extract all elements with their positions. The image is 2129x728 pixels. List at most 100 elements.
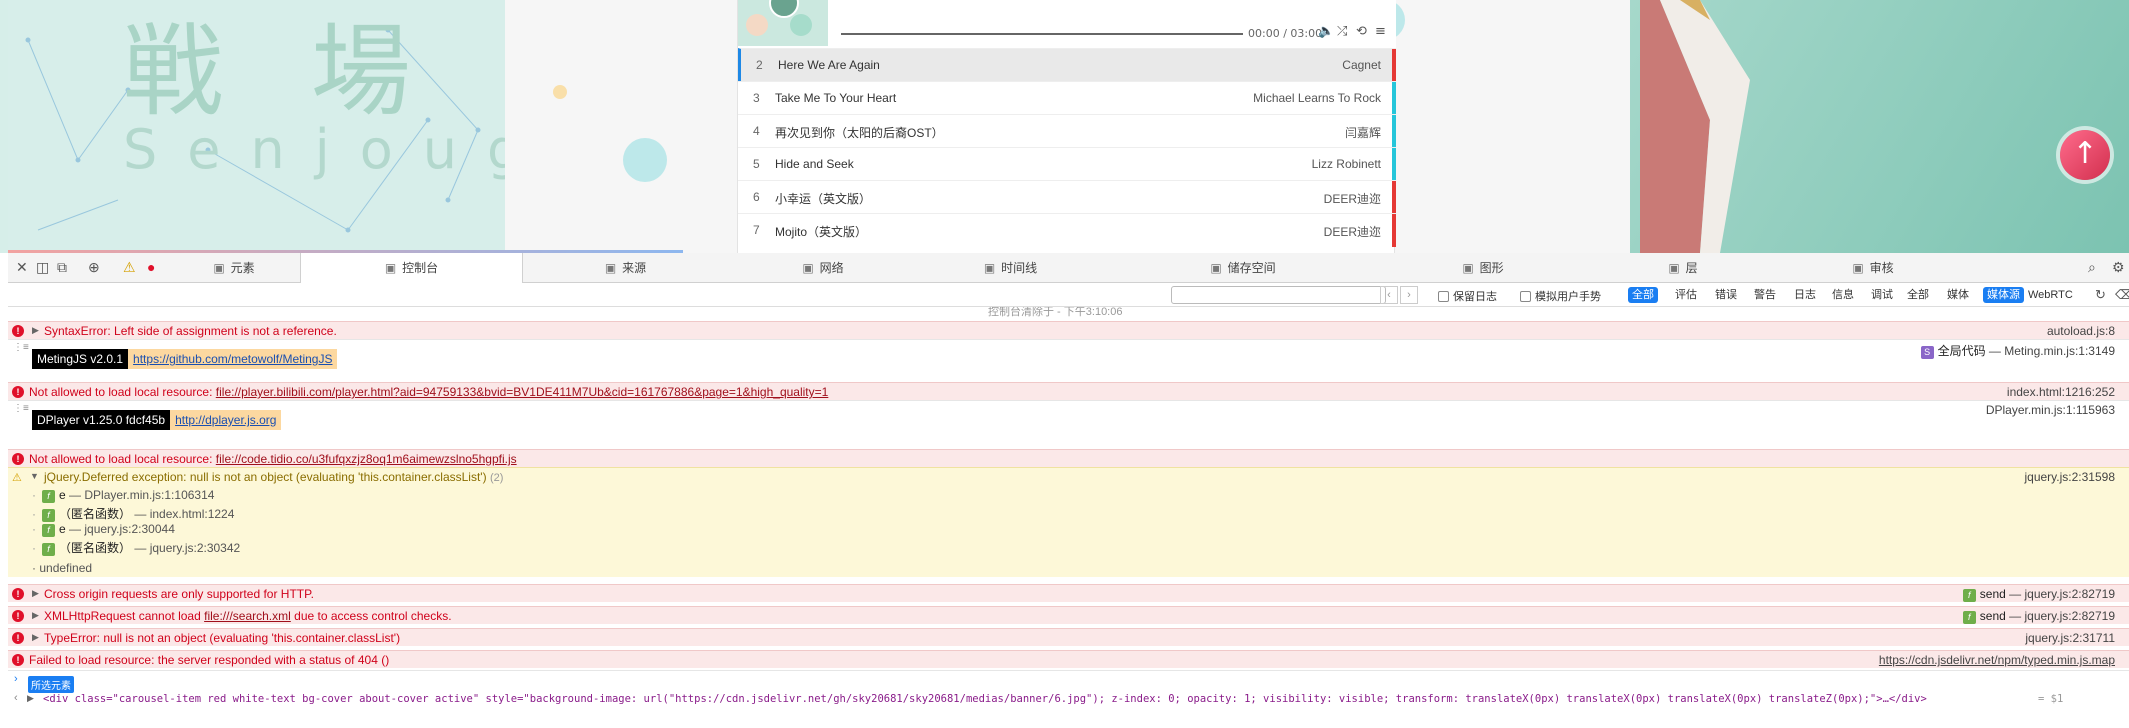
console-error-message[interactable]: ! Failed to load resource: the server re… <box>8 650 2129 668</box>
level-filter[interactable]: 评估 <box>1671 287 1701 303</box>
element-picker-icon[interactable]: ⊕ <box>88 259 100 276</box>
previous-match-button[interactable]: ‹ <box>1380 286 1398 304</box>
frame-location-text[interactable]: jquery.js:2:30044 <box>84 522 175 536</box>
tab-label: 储存空间 <box>1227 261 1276 275</box>
disclosure-triangle-icon[interactable]: ▶ <box>32 588 39 599</box>
resource-link[interactable]: file:///search.xml <box>204 609 291 623</box>
dplayer-link[interactable]: http://dplayer.js.org <box>170 410 282 430</box>
playlist-item[interactable]: 6 小幸运（英文版） DEER迪迩 <box>738 180 1396 214</box>
console-error-message[interactable]: ! Not allowed to load local resource: fi… <box>8 382 2129 400</box>
search-icon[interactable]: ⌕ <box>2088 259 2096 276</box>
tab-elements[interactable]: ▣ 元素 <box>168 253 300 283</box>
console-error-message[interactable]: ! ▶ Cross origin requests are only suppo… <box>8 584 2129 602</box>
log-icon: ⋮≡ <box>13 403 29 414</box>
frame-location-text[interactable]: jquery.js:2:30342 <box>150 541 241 555</box>
tab-audit[interactable]: ▣ 审核 <box>1783 253 1963 283</box>
source-link[interactable]: Meting.min.js:1:3149 <box>2004 344 2115 358</box>
checkbox-box[interactable] <box>1520 291 1531 302</box>
error-icon[interactable]: ● <box>147 259 155 275</box>
next-match-button[interactable]: › <box>1400 286 1418 304</box>
source-filter[interactable]: WebRTC <box>2024 287 2077 303</box>
command-result-node[interactable]: <div class="carousel-item red white-text… <box>43 693 1927 705</box>
source-link[interactable]: https://cdn.jsdelivr.net/npm/typed.min.j… <box>1879 653 2115 667</box>
disclosure-triangle-icon[interactable]: ▶ <box>32 325 39 336</box>
console-warning-message[interactable]: ⚠ ▼ jQuery.Deferred exception: null is n… <box>8 467 2129 577</box>
console-icon: ▣ <box>384 261 397 275</box>
dock-side-icon[interactable]: ◫ <box>36 259 49 276</box>
playlist-menu-icon[interactable]: ≡ <box>1375 24 1386 39</box>
playlist-item[interactable]: 3 Take Me To Your Heart Michael Learns To … <box>738 81 1396 115</box>
console-log-message[interactable]: ⋮≡ MetingJS v2.0.1 https://github.com/met… <box>8 339 2129 369</box>
tab-console[interactable]: ▣ 控制台 <box>300 253 523 283</box>
tab-layers[interactable]: ▣ 层 <box>1583 253 1783 283</box>
disclosure-triangle-icon[interactable]: ▼ <box>30 471 39 481</box>
loop-icon[interactable]: ⟲ <box>1356 24 1367 39</box>
source-link[interactable]: jquery.js:2:31598 <box>2024 470 2115 484</box>
console-error-message[interactable]: ! ▶ SyntaxError: Left side of assignment… <box>8 321 2129 339</box>
level-filter[interactable]: 警告 <box>1750 287 1780 303</box>
source-link[interactable]: jquery.js:2:82719 <box>2024 587 2115 601</box>
volume-icon[interactable]: 🔈 <box>1318 24 1334 39</box>
disclosure-triangle-icon[interactable]: ▶ <box>32 610 39 621</box>
playlist-item[interactable]: 4 再次见到你（太阳的后裔OST） 闫嘉辉 <box>738 114 1396 148</box>
checkbox-box[interactable] <box>1438 291 1449 302</box>
frame-location[interactable]: — jquery.js:2:30342 <box>131 541 240 555</box>
emulate-gesture-checkbox[interactable]: 模拟用户手势 <box>1520 288 1601 304</box>
undock-icon[interactable]: ⧉ <box>57 259 67 276</box>
source-link[interactable]: index.html:1216:252 <box>2007 385 2115 399</box>
level-filter[interactable]: 全部 <box>1628 287 1658 303</box>
source-filter[interactable]: 媒体 <box>1943 287 1973 303</box>
shuffle-icon[interactable]: ⤮ <box>1337 24 1347 39</box>
frame-location[interactable]: — jquery.js:2:30044 <box>66 522 175 536</box>
preserve-log-checkbox[interactable]: 保留日志 <box>1438 288 1497 304</box>
playlist-item[interactable]: 2 Here We Are Again Cagnet <box>738 48 1396 82</box>
metingjs-link[interactable]: https://github.com/metowolf/MetingJS <box>128 349 338 369</box>
level-filter[interactable]: 错误 <box>1711 287 1741 303</box>
gear-icon[interactable]: ⚙ <box>2112 259 2125 276</box>
message-prefix: XMLHttpRequest cannot load <box>44 609 205 623</box>
source-filter[interactable]: 媒体源 <box>1983 287 2024 303</box>
level-filter[interactable]: 日志 <box>1790 287 1820 303</box>
album-cover[interactable] <box>738 0 828 46</box>
audio-progress-bar[interactable] <box>841 33 1243 35</box>
resource-link[interactable]: file://player.bilibili.com/player.html?a… <box>216 385 829 399</box>
clear-console-icon[interactable]: ⌫ <box>2115 287 2129 303</box>
tab-sources[interactable]: ▣ 来源 <box>523 253 728 283</box>
back-to-top-button[interactable]: ↑ <box>2060 130 2110 180</box>
console-filter-input[interactable] <box>1171 286 1386 304</box>
source-link[interactable]: jquery.js:2:31711 <box>2025 631 2115 645</box>
frame-location[interactable]: — DPlayer.min.js:1:106314 <box>66 488 214 502</box>
source-link[interactable]: autoload.js:8 <box>2047 324 2115 338</box>
source-filter[interactable]: 全部 <box>1903 287 1933 303</box>
sources-icon: ▣ <box>604 261 617 275</box>
frame-location-text[interactable]: index.html:1224 <box>150 507 235 521</box>
tab-graphics[interactable]: ▣ 图形 <box>1383 253 1583 283</box>
dplayer-badge: DPlayer v1.25.0 fdcf45b <box>32 410 171 430</box>
level-filter[interactable]: 调试 <box>1867 287 1897 303</box>
playlist-item[interactable]: 5 Hide and Seek Lizz Robinett <box>738 147 1396 181</box>
tab-network[interactable]: ▣ 网络 <box>728 253 918 283</box>
console-error-message[interactable]: ! Not allowed to load local resource: fi… <box>8 449 2129 467</box>
disclosure-triangle-icon[interactable]: ▶ <box>27 693 34 704</box>
frame-location-text[interactable]: DPlayer.min.js:1:106314 <box>84 488 214 502</box>
command-result-row[interactable]: ‹ ▶ <div class="carousel-item red white-… <box>8 690 2129 710</box>
stack-frame[interactable]: · f （匿名函数） — index.html:1224 <box>32 505 234 522</box>
playlist-item[interactable]: 7 Mojito（英文版） DEER迪迩 <box>738 213 1396 247</box>
stack-frame[interactable]: · f （匿名函数） — jquery.js:2:30342 <box>32 539 240 556</box>
source-link[interactable]: jquery.js:2:82719 <box>2024 609 2115 623</box>
refresh-icon[interactable]: ↻ <box>2095 287 2106 303</box>
console-log-message[interactable]: ⋮≡ DPlayer v1.25.0 fdcf45b http://dplayer… <box>8 400 2129 430</box>
console-error-message[interactable]: ! ▶ XMLHttpRequest cannot load file:///s… <box>8 606 2129 624</box>
tab-storage[interactable]: ▣ 储存空间 <box>1103 253 1383 283</box>
close-icon[interactable]: ✕ <box>16 259 28 276</box>
resource-link[interactable]: file://code.tidio.co/u3fufqxzjz8oq1m6aim… <box>216 452 517 466</box>
stack-frame[interactable]: · f e — DPlayer.min.js:1:106314 <box>32 488 214 503</box>
frame-location[interactable]: — index.html:1224 <box>131 507 234 521</box>
disclosure-triangle-icon[interactable]: ▶ <box>32 632 39 643</box>
stack-frame[interactable]: · f e — jquery.js:2:30044 <box>32 522 175 537</box>
source-link[interactable]: DPlayer.min.js:1:115963 <box>1986 403 2115 417</box>
tab-timeline[interactable]: ▣ 时间线 <box>918 253 1103 283</box>
console-error-message[interactable]: ! ▶ TypeError: null is not an object (ev… <box>8 628 2129 646</box>
warning-icon[interactable]: ⚠ <box>123 259 136 276</box>
level-filter[interactable]: 信息 <box>1828 287 1858 303</box>
